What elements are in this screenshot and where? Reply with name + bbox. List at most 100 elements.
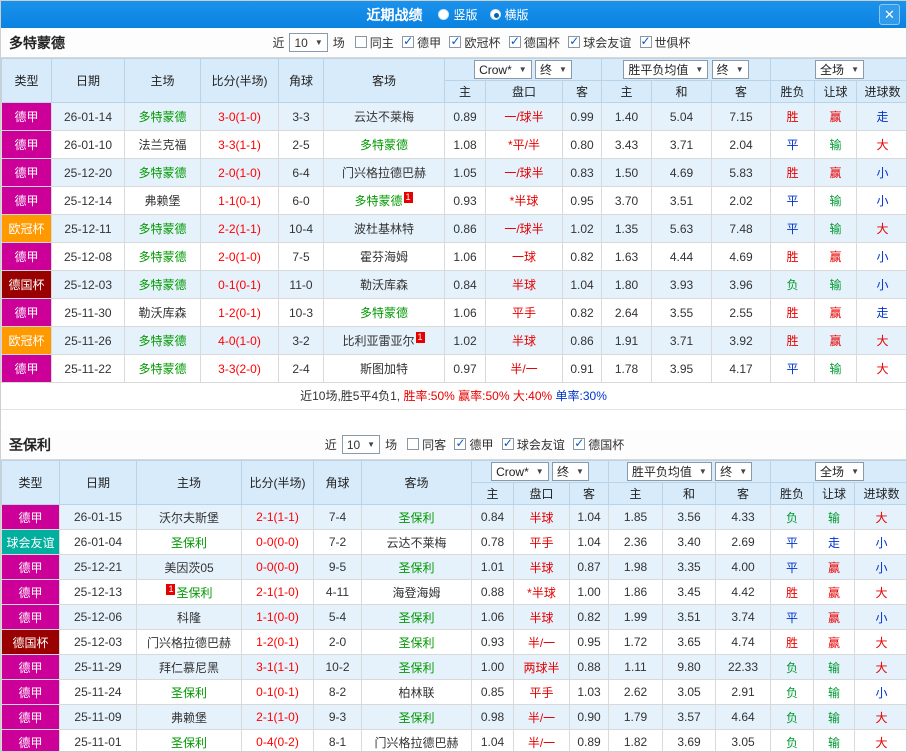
- away-team-link[interactable]: 圣保利: [398, 711, 434, 725]
- away-team-link[interactable]: 波杜基林特: [354, 222, 414, 236]
- scope-select[interactable]: 全场 ▼: [815, 60, 864, 79]
- close-icon[interactable]: ✕: [879, 4, 900, 25]
- avg-final-select[interactable]: 终 ▼: [715, 462, 753, 481]
- wdl-result-cell: 平: [770, 354, 816, 383]
- away-team-link[interactable]: 云达不莱梅: [354, 110, 414, 124]
- home-team-link[interactable]: 圣保利: [176, 586, 212, 600]
- away-team-link[interactable]: 门兴格拉德巴赫: [374, 736, 458, 750]
- home-team-link[interactable]: 多特蒙德: [138, 362, 186, 376]
- matches-table: 类型 日期 主场 比分(半场) 角球 客场 Crow* ▼ 终 ▼ 胜平负均值 ▼ 终…: [1, 58, 906, 383]
- col-score: 比分(半场): [241, 460, 314, 505]
- odds-final-select[interactable]: 终 ▼: [535, 59, 572, 79]
- odds-away-cell: 0.82: [562, 298, 602, 327]
- home-team-link[interactable]: 门兴格拉德巴赫: [147, 636, 231, 650]
- league-type-badge: 德甲: [1, 729, 60, 751]
- filter-checkbox[interactable]: 德国杯: [573, 436, 624, 453]
- chevron-down-icon: ▼: [559, 64, 567, 74]
- avg-home-cell: 1.79: [608, 704, 663, 730]
- away-team-link[interactable]: 比利亚雷亚尔: [342, 334, 414, 348]
- away-team-cell: 多特蒙德: [323, 298, 445, 327]
- scope-select[interactable]: 全场 ▼: [815, 462, 864, 481]
- avg-select[interactable]: 胜平负均值 ▼: [623, 60, 709, 79]
- avg-draw-cell: 3.71: [651, 130, 712, 159]
- away-team-link[interactable]: 圣保利: [398, 611, 434, 625]
- away-team-link[interactable]: 多特蒙德: [360, 306, 408, 320]
- home-team-link[interactable]: 多特蒙德: [138, 334, 186, 348]
- home-team-link[interactable]: 科隆: [177, 611, 201, 625]
- layout-radio-horizontal[interactable]: 横版: [489, 6, 529, 23]
- filter-checkbox[interactable]: 世俱杯: [639, 34, 691, 51]
- filter-checkbox[interactable]: 德甲: [402, 34, 441, 51]
- home-team-cell: 科隆: [136, 604, 242, 630]
- league-type-badge: 德甲: [1, 679, 60, 705]
- away-team-link[interactable]: 圣保利: [398, 661, 434, 675]
- avg-away-cell: 4.42: [714, 579, 772, 605]
- away-team-link[interactable]: 柏林联: [398, 686, 434, 700]
- handicap-cell: 半球: [513, 554, 570, 580]
- home-team-link[interactable]: 多特蒙德: [138, 166, 186, 180]
- away-team-cell: 勒沃库森: [323, 270, 445, 299]
- home-team-link[interactable]: 沃尔夫斯堡: [159, 511, 219, 525]
- home-team-link[interactable]: 拜仁慕尼黑: [159, 661, 219, 675]
- home-team-link[interactable]: 圣保利: [171, 736, 207, 750]
- away-team-link[interactable]: 圣保利: [398, 511, 434, 525]
- home-team-link[interactable]: 弗赖堡: [144, 194, 180, 208]
- away-team-link[interactable]: 圣保利: [398, 561, 434, 575]
- chevron-down-icon: ▼: [851, 467, 859, 476]
- away-team-link[interactable]: 多特蒙德: [354, 194, 402, 208]
- avg-away-cell: 4.64: [714, 704, 772, 730]
- away-team-link[interactable]: 海登海姆: [392, 586, 440, 600]
- home-team-link[interactable]: 多特蒙德: [138, 222, 186, 236]
- corner-cell: 10-3: [278, 298, 324, 327]
- handicap-result-cell: 赢: [814, 242, 858, 271]
- layout-radio-vertical[interactable]: 竖版: [438, 6, 478, 23]
- home-team-link[interactable]: 多特蒙德: [138, 278, 186, 292]
- away-team-link[interactable]: 霍芬海姆: [360, 250, 408, 264]
- match-count-select[interactable]: 10 ▼: [289, 33, 328, 52]
- home-team-link[interactable]: 多特蒙德: [138, 250, 186, 264]
- odds-company-select[interactable]: Crow* ▼: [491, 462, 549, 482]
- filter-checkbox[interactable]: 欧冠杯: [449, 34, 500, 51]
- filter-checkbox[interactable]: 德甲: [454, 436, 493, 453]
- avg-select[interactable]: 胜平负均值 ▼: [626, 462, 712, 481]
- filter-checkbox[interactable]: 球会友谊: [501, 436, 565, 453]
- home-team-cell: 弗赖堡: [124, 186, 201, 215]
- filter-checkbox[interactable]: 同客: [407, 436, 446, 453]
- goals-result-cell: 大: [856, 354, 906, 383]
- col-odds-away: 客: [562, 80, 602, 103]
- away-team-cell: 圣保利: [361, 554, 472, 580]
- away-team-link[interactable]: 勒沃库森: [360, 278, 408, 292]
- avg-final-select[interactable]: 终 ▼: [711, 60, 749, 79]
- home-team-link[interactable]: 弗赖堡: [171, 711, 207, 725]
- odds-company-select[interactable]: Crow* ▼: [474, 60, 532, 80]
- corner-cell: 6-0: [278, 186, 324, 215]
- away-team-link[interactable]: 圣保利: [398, 636, 434, 650]
- filter-checkbox[interactable]: 同主: [354, 34, 394, 51]
- match-date: 25-11-30: [51, 298, 125, 327]
- home-team-link[interactable]: 法兰克福: [138, 138, 186, 152]
- away-team-link[interactable]: 门兴格拉德巴赫: [342, 166, 426, 180]
- score-cell: 0-4(0-2): [241, 729, 314, 751]
- home-team-link[interactable]: 勒沃库森: [138, 306, 186, 320]
- goals-result-cell: 大: [856, 130, 906, 159]
- wdl-result-cell: 胜: [770, 158, 816, 187]
- odds-final-select[interactable]: 终 ▼: [552, 461, 589, 481]
- away-team-link[interactable]: 云达不莱梅: [386, 536, 446, 550]
- home-team-link[interactable]: 圣保利: [171, 536, 207, 550]
- filter-checkbox[interactable]: 德国杯: [508, 34, 560, 51]
- home-team-link[interactable]: 美因茨05: [164, 561, 213, 575]
- away-team-link[interactable]: 多特蒙德: [360, 138, 408, 152]
- games-label: 场: [385, 438, 398, 452]
- home-team-link[interactable]: 圣保利: [171, 686, 207, 700]
- odds-home-cell: 1.06: [471, 604, 514, 630]
- avg-draw-cell: 3.57: [662, 704, 716, 730]
- odds-group-header: Crow* ▼ 终 ▼: [444, 58, 602, 81]
- odds-home-cell: 0.84: [444, 270, 486, 299]
- filter-checkbox-group: 同客 德甲 球会友谊: [402, 436, 624, 454]
- away-team-link[interactable]: 斯图加特: [360, 362, 408, 376]
- home-team-link[interactable]: 多特蒙德: [138, 110, 186, 124]
- scope-group-header: 全场 ▼: [770, 460, 906, 483]
- match-count-select[interactable]: 10 ▼: [341, 435, 381, 454]
- score-cell: 0-0(0-0): [241, 554, 314, 580]
- filter-checkbox[interactable]: 球会友谊: [568, 34, 631, 51]
